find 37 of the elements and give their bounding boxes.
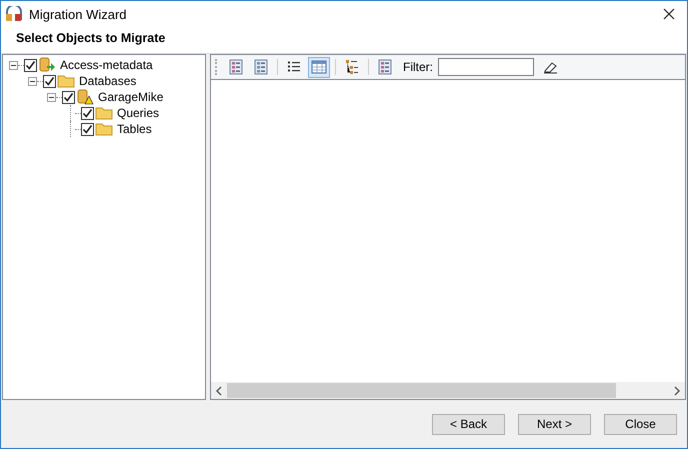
tree-checkbox[interactable] [24, 58, 37, 72]
close-icon[interactable] [663, 8, 675, 20]
database-arrow-icon [38, 57, 56, 73]
checklist-icon [378, 59, 392, 75]
table-icon [311, 60, 327, 74]
list-icon [287, 60, 301, 74]
tree-item[interactable]: Tables [115, 122, 152, 136]
horizontal-scrollbar[interactable] [211, 382, 685, 399]
wizard-button[interactable]: Next > [518, 414, 591, 434]
collapse-icon[interactable] [28, 76, 37, 86]
tree-checkbox[interactable] [81, 106, 94, 120]
grid-button[interactable] [308, 56, 330, 78]
tree-checkbox[interactable] [43, 74, 56, 88]
database-warning-icon [76, 89, 94, 105]
page-heading: Select Objects to Migrate [1, 27, 687, 54]
collapse-icon[interactable] [9, 60, 18, 70]
tree-item[interactable]: Databases [77, 74, 136, 88]
eraser-icon[interactable] [541, 60, 559, 74]
wizard-button[interactable]: Close [604, 414, 677, 434]
scroll-thumb[interactable] [227, 383, 616, 398]
tree-checkbox[interactable] [62, 90, 75, 104]
app-icon [5, 6, 23, 22]
checklist-icon [229, 59, 243, 75]
checklist-icon [254, 59, 268, 75]
folder-icon [57, 74, 75, 88]
tree-item[interactable]: Queries [115, 106, 160, 120]
folder-icon [95, 106, 113, 120]
filter-label: Filter: [403, 60, 433, 74]
window-title: Migration Wizard [29, 6, 128, 22]
tree-item[interactable]: Access-metadata [58, 58, 153, 72]
folder-icon [95, 122, 113, 136]
tree-icon [345, 59, 359, 75]
filter-field[interactable] [438, 58, 534, 76]
tree-item[interactable]: GarageMike [96, 90, 164, 104]
tree-checkbox[interactable] [81, 122, 94, 136]
wizard-button[interactable]: < Back [432, 414, 505, 434]
collapse-icon[interactable] [47, 92, 56, 102]
